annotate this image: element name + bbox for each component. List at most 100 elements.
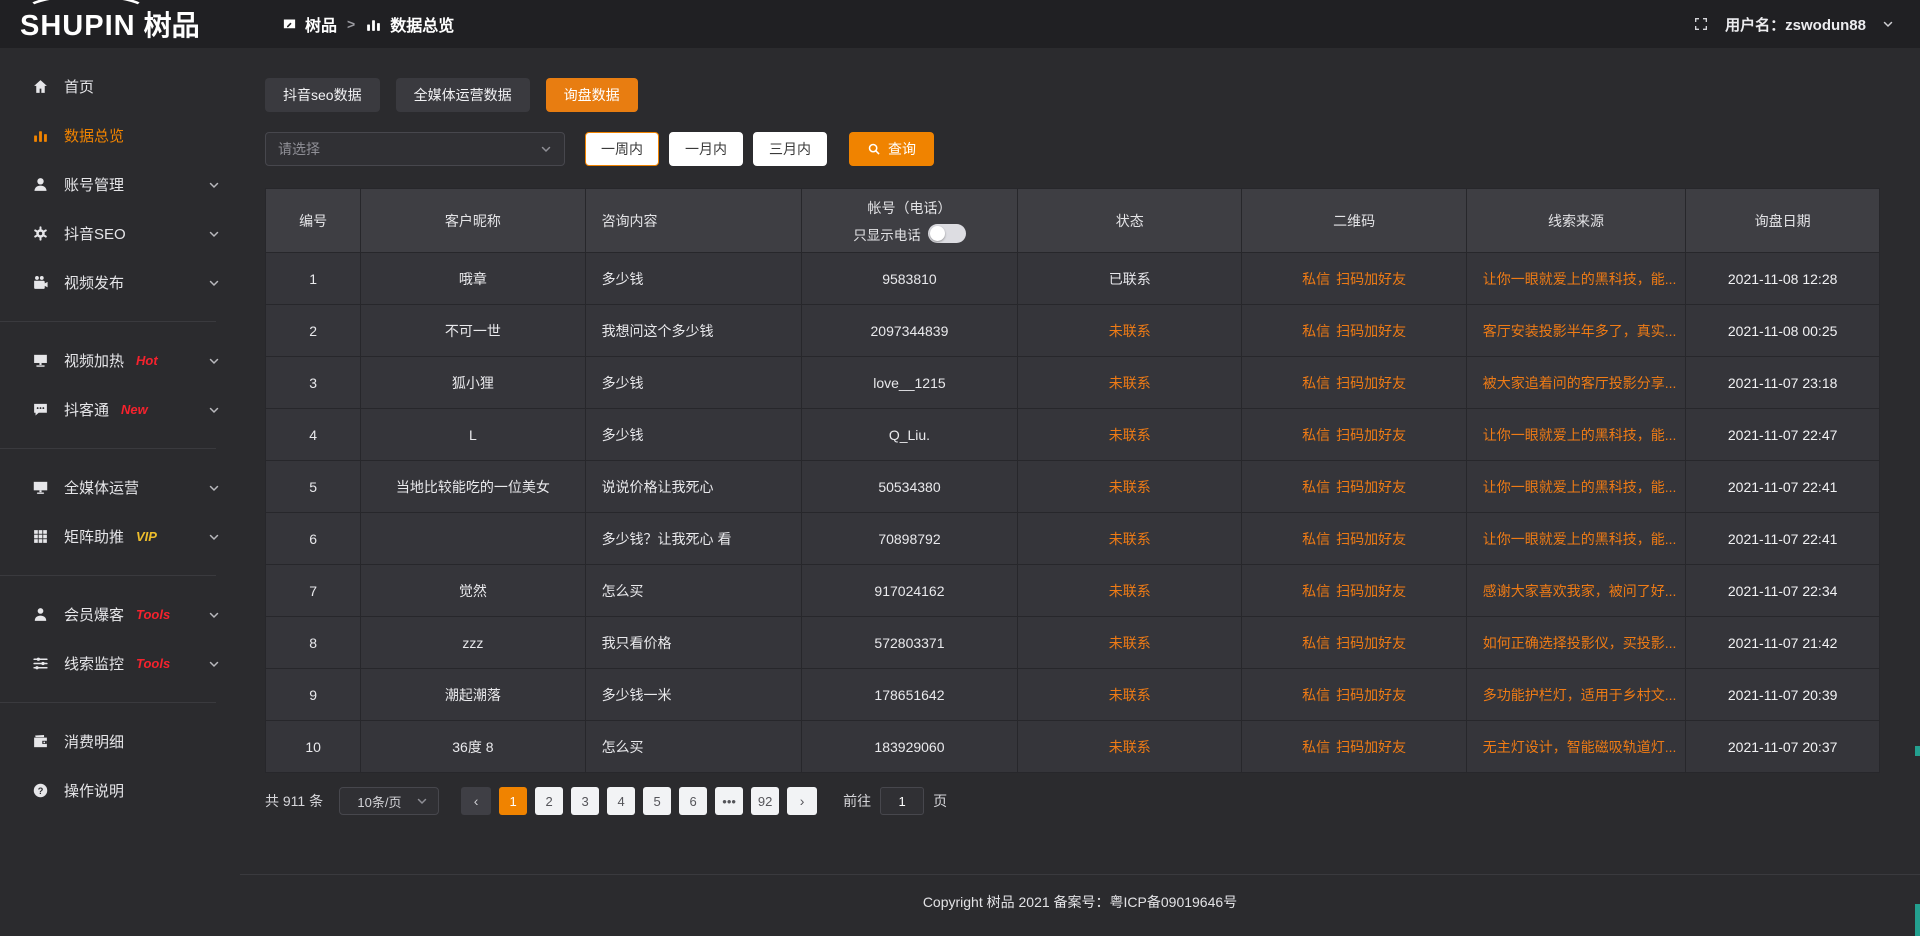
search-button[interactable]: 查询 <box>849 132 934 166</box>
source-link[interactable]: 让你一眼就爱上的黑科技，能... <box>1483 531 1677 547</box>
page-button-6[interactable]: 6 <box>679 787 707 815</box>
qr-link[interactable]: 私信 <box>1302 375 1330 391</box>
nickname-cell: 不可一世 <box>361 305 585 357</box>
nickname-cell: 当地比较能吃的一位美女 <box>361 461 585 513</box>
source-cell: 无主灯设计，智能磁吸轨道灯... <box>1466 721 1686 773</box>
scrollbar-thumb[interactable] <box>1915 904 1920 936</box>
source-link[interactable]: 如何正确选择投影仪，买投影... <box>1483 635 1677 651</box>
source-link[interactable]: 被大家追着问的客厅投影分享... <box>1483 375 1677 391</box>
goto-page-input[interactable] <box>880 787 924 815</box>
sidebar-item-label: 操作说明 <box>64 780 124 801</box>
logo: SHUPIN 树品 <box>0 4 240 44</box>
page-size-select[interactable]: 10条/页 <box>339 787 439 815</box>
qr-link[interactable]: 扫码加好友 <box>1336 635 1406 651</box>
qr-link[interactable]: 私信 <box>1302 687 1330 703</box>
range-button-week[interactable]: 一周内 <box>585 132 659 166</box>
breadcrumb-root[interactable]: 树品 <box>305 12 337 36</box>
page-button-3[interactable]: 3 <box>571 787 599 815</box>
sidebar-item-data-overview[interactable]: 数据总览 <box>0 111 240 160</box>
status-cell: 未联系 <box>1018 461 1242 513</box>
tab-media-operation-data[interactable]: 全媒体运营数据 <box>396 78 530 112</box>
sidebar-item-home[interactable]: 首页 <box>0 62 240 111</box>
sidebar-item-account-management[interactable]: 账号管理 <box>0 160 240 209</box>
sidebar-item-operation-guide[interactable]: ?操作说明 <box>0 766 240 815</box>
qr-link[interactable]: 扫码加好友 <box>1336 375 1406 391</box>
table-row: 5当地比较能吃的一位美女说说价格让我死心50534380未联系私信扫码加好友让你… <box>266 461 1880 513</box>
sidebar-item-matrix-boost[interactable]: 矩阵助推VIP <box>0 512 240 561</box>
qr-link[interactable]: 私信 <box>1302 531 1330 547</box>
qr-link[interactable]: 私信 <box>1302 739 1330 755</box>
table-body: 1哦章多少钱9583810已联系私信扫码加好友让你一眼就爱上的黑科技，能...2… <box>266 253 1880 773</box>
sidebar-item-video-publish[interactable]: 视频发布 <box>0 258 240 307</box>
range-button-month[interactable]: 一月内 <box>669 132 743 166</box>
source-cell: 如何正确选择投影仪，买投影... <box>1466 617 1686 669</box>
content-cell: 多少钱一米 <box>585 669 801 721</box>
chevron-down-icon <box>208 404 220 416</box>
tab-inquiry-data[interactable]: 询盘数据 <box>546 78 638 112</box>
qr-link[interactable]: 扫码加好友 <box>1336 687 1406 703</box>
username[interactable]: 用户名：zswodun88 <box>1725 14 1866 35</box>
next-page-button[interactable]: › <box>787 787 817 815</box>
fullscreen-icon[interactable] <box>1693 16 1709 32</box>
source-link[interactable]: 感谢大家喜欢我家，被问了好... <box>1483 583 1677 599</box>
sidebar-item-member-burst[interactable]: 会员爆客Tools <box>0 590 240 639</box>
qr-link[interactable]: 私信 <box>1302 323 1330 339</box>
sidebar-item-media-operation[interactable]: 全媒体运营 <box>0 463 240 512</box>
qr-link[interactable]: 私信 <box>1302 271 1330 287</box>
account-select[interactable]: 请选择 <box>265 132 565 166</box>
chevron-down-icon[interactable] <box>1882 18 1894 30</box>
sidebar-item-clue-monitor[interactable]: 线索监控Tools <box>0 639 240 688</box>
qr-link[interactable]: 扫码加好友 <box>1336 271 1406 287</box>
source-link[interactable]: 无主灯设计，智能磁吸轨道灯... <box>1483 739 1677 755</box>
sidebar-item-label: 视频加热 <box>64 350 124 371</box>
account-cell: 183929060 <box>801 721 1017 773</box>
qr-link[interactable]: 私信 <box>1302 583 1330 599</box>
qr-link[interactable]: 扫码加好友 <box>1336 531 1406 547</box>
range-buttons: 一周内一月内三月内 <box>585 132 827 166</box>
qr-link[interactable]: 扫码加好友 <box>1336 427 1406 443</box>
qr-link[interactable]: 扫码加好友 <box>1336 583 1406 599</box>
page-button-92[interactable]: 92 <box>751 787 779 815</box>
status-text: 未联系 <box>1109 583 1151 599</box>
goto-label: 前往 <box>843 791 871 811</box>
sidebar-item-consumption-detail[interactable]: 消费明细 <box>0 717 240 766</box>
phone-only-toggle[interactable] <box>928 224 966 243</box>
sidebar-item-douyin-seo[interactable]: 抖音SEO <box>0 209 240 258</box>
status-cell: 未联系 <box>1018 565 1242 617</box>
page-button-1[interactable]: 1 <box>499 787 527 815</box>
prev-page-button[interactable]: ‹ <box>461 787 491 815</box>
tab-douyin-seo-data[interactable]: 抖音seo数据 <box>265 78 380 112</box>
qr-link[interactable]: 私信 <box>1302 635 1330 651</box>
qr-link[interactable]: 扫码加好友 <box>1336 739 1406 755</box>
page-button-5[interactable]: 5 <box>643 787 671 815</box>
qr-link[interactable]: 扫码加好友 <box>1336 479 1406 495</box>
page-button-4[interactable]: 4 <box>607 787 635 815</box>
table-wrap: 编号 客户昵称 咨询内容 帐号（电话） 只显示电话 状态 二维码 线索来源 询盘… <box>265 188 1880 773</box>
date-cell: 2021-11-08 12:28 <box>1686 253 1880 305</box>
footer: Copyright 树品 2021 备案号：粤ICP备09019646号 <box>240 874 1920 936</box>
sidebar-item-video-heat[interactable]: 视频加热Hot <box>0 336 240 385</box>
source-link[interactable]: 客厅安装投影半年多了，真实... <box>1483 323 1677 339</box>
source-link[interactable]: 多功能护栏灯，适用于乡村文... <box>1483 687 1677 703</box>
page-button-2[interactable]: 2 <box>535 787 563 815</box>
account-cell: 9583810 <box>801 253 1017 305</box>
source-link[interactable]: 让你一眼就爱上的黑科技，能... <box>1483 479 1677 495</box>
sidebar-divider <box>0 321 216 322</box>
col-header-nickname: 客户昵称 <box>361 189 585 253</box>
qr-link[interactable]: 私信 <box>1302 427 1330 443</box>
sidebar-item-douketong[interactable]: 抖客通New <box>0 385 240 434</box>
account-cell: 572803371 <box>801 617 1017 669</box>
col-header-account: 帐号（电话） 只显示电话 <box>801 189 1017 253</box>
range-button-quarter[interactable]: 三月内 <box>753 132 827 166</box>
source-link[interactable]: 让你一眼就爱上的黑科技，能... <box>1483 427 1677 443</box>
scrollbar-thumb[interactable] <box>1915 746 1920 756</box>
table-row: 6多少钱？让我死心 看70898792未联系私信扫码加好友让你一眼就爱上的黑科技… <box>266 513 1880 565</box>
page-ellipsis-button[interactable]: ••• <box>715 787 743 815</box>
sidebar-divider <box>0 702 216 703</box>
source-link[interactable]: 让你一眼就爱上的黑科技，能... <box>1483 271 1677 287</box>
qr-link[interactable]: 私信 <box>1302 479 1330 495</box>
data-tabs: 抖音seo数据全媒体运营数据询盘数据 <box>265 78 1880 112</box>
sidebar-item-label: 抖音SEO <box>64 223 126 244</box>
breadcrumb-current: 数据总览 <box>390 12 454 36</box>
qr-link[interactable]: 扫码加好友 <box>1336 323 1406 339</box>
